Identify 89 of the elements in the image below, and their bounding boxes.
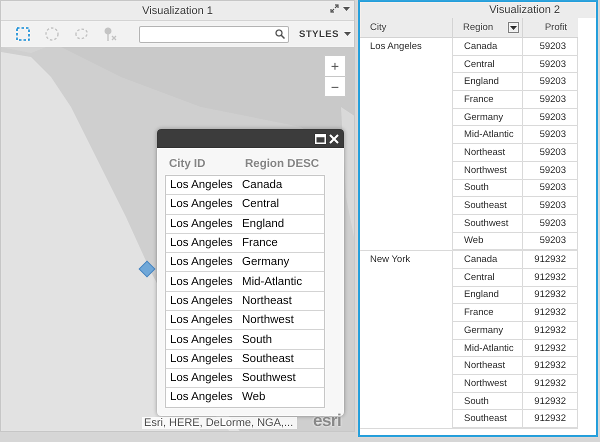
table-cell: 912932 (523, 410, 578, 428)
table-cell: 59203 (523, 197, 578, 214)
table-cell: France (452, 91, 523, 108)
table-cell: Central (452, 56, 523, 72)
column-header[interactable]: Region (463, 22, 494, 33)
table-cell: 59203 (523, 91, 578, 108)
table-cell: 912932 (523, 392, 578, 410)
table-cell: 912932 (523, 375, 578, 392)
column-header: City ID (168, 158, 206, 170)
table-cell-text: Los Angeles (169, 372, 234, 384)
table-cell: 912932 (523, 357, 578, 374)
table-cell: Central (242, 198, 280, 210)
table-cell: France (242, 237, 278, 250)
table-cell: Los Angeles (370, 41, 422, 52)
search-icon (275, 29, 285, 39)
table-cell: 59203 (523, 214, 578, 232)
table-cell: England (452, 73, 523, 90)
table-cell: 912932 (523, 340, 578, 356)
table-cell: Southeast (452, 410, 523, 428)
caret-icon (344, 32, 351, 36)
column-header[interactable]: City (360, 18, 452, 37)
table-cell: Central (452, 268, 523, 286)
panel-title: Visualization 1 (142, 4, 213, 16)
caret-icon[interactable] (343, 6, 350, 10)
table-cell: Germany (452, 108, 523, 126)
styles-button[interactable]: STYLES (299, 28, 351, 40)
table-cell: 912932 (523, 286, 578, 304)
table-cell-text: Los Angeles (169, 334, 234, 346)
table-cell-text: Los Angeles (169, 391, 234, 404)
column-header[interactable]: Profit (523, 18, 578, 37)
table-cell-text: Los Angeles (169, 314, 234, 326)
table-cell: Canada (242, 179, 282, 192)
table-cell: Northwest (452, 162, 523, 178)
map-attribution: Esri, HERE, DeLorme, NGA,... (142, 417, 298, 429)
table-cell: Web (452, 232, 523, 250)
table-cell: Southwest (452, 214, 523, 232)
expand-icon[interactable] (330, 4, 339, 13)
table-cell-text: Los Angeles (169, 179, 234, 192)
table-cell: Southeast (452, 197, 523, 214)
table-cell-text: Los Angeles (169, 352, 234, 365)
table-cell: Canada (452, 38, 523, 55)
table-cell-text: Los Angeles (169, 294, 234, 307)
table-cell: 912932 (523, 304, 578, 321)
table-cell: 59203 (523, 38, 578, 55)
table-cell: Northeast (452, 144, 523, 161)
table-cell: Web (242, 391, 266, 404)
map-logo: esri (313, 411, 342, 431)
table-cell: Northeast (242, 294, 292, 307)
table-cell: England (452, 286, 523, 304)
table-cell: Canada (452, 251, 523, 268)
table-cell: France (452, 304, 523, 321)
table-cell: Northwest (452, 375, 523, 392)
table-cell: 59203 (523, 108, 578, 126)
table-cell: 912932 (523, 268, 578, 286)
table-cell: Northeast (452, 357, 523, 374)
table-cell: 59203 (523, 180, 578, 196)
rectangle-select-icon[interactable] (15, 26, 31, 42)
table-cell: 59203 (523, 232, 578, 250)
table-cell: South (452, 180, 523, 196)
table-cell: Germany (452, 322, 523, 339)
table-cell-text: Los Angeles (169, 256, 234, 268)
table-cell: 912932 (523, 322, 578, 339)
table-cell: England (242, 218, 284, 230)
table-cell-text: Los Angeles (169, 218, 234, 230)
table-cell: Southeast (242, 352, 294, 365)
table-cell: South (242, 334, 272, 346)
table-cell: 59203 (523, 144, 578, 161)
table-cell: South (452, 392, 523, 410)
panel-title: Visualization 2 (489, 4, 560, 16)
close-icon[interactable] (329, 134, 339, 144)
dropdown-icon[interactable] (508, 22, 519, 33)
table-cell: Germany (242, 256, 290, 268)
table-cell-text: Los Angeles (169, 237, 234, 250)
table-cell: New York (370, 254, 410, 266)
table-cell: 59203 (523, 162, 578, 178)
table-cell-text: Los Angeles (169, 198, 234, 210)
table-cell: Mid-Atlantic (452, 126, 523, 144)
search-field[interactable] (139, 26, 289, 42)
table-cell: 59203 (523, 73, 578, 90)
maximize-icon[interactable] (315, 134, 326, 144)
table-cell: 912932 (523, 251, 578, 268)
table-cell: Mid-Atlantic (242, 276, 302, 288)
table-cell-text: Los Angeles (169, 276, 234, 288)
table-cell: Southwest (242, 372, 296, 384)
table-cell: Mid-Atlantic (452, 340, 523, 356)
table-cell: 59203 (523, 126, 578, 144)
table-cell: Northwest (242, 314, 294, 326)
column-header: Region DESC (244, 158, 320, 170)
table-cell: 59203 (523, 56, 578, 72)
